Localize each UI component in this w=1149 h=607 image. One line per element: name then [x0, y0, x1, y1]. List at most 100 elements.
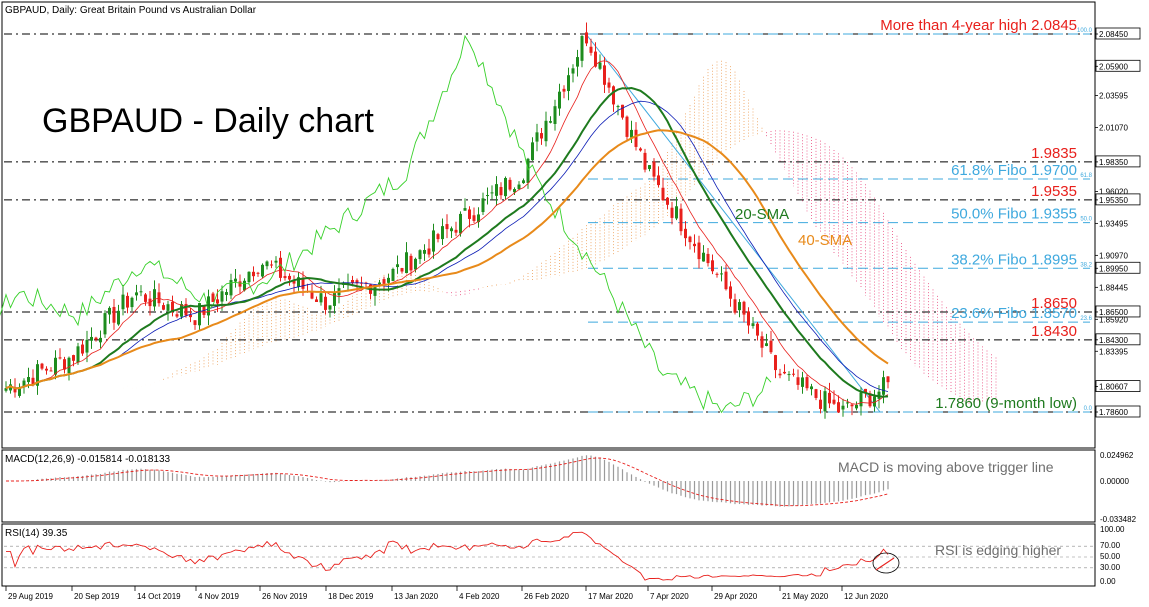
- candle-body: [634, 129, 638, 147]
- candle-body: [553, 106, 557, 124]
- candle-body: [247, 271, 251, 283]
- candle-body: [54, 357, 57, 375]
- candle-body: [846, 402, 849, 404]
- gbpaud-chart: More than 4-year high 2.0845 100.01.98356…: [0, 0, 1149, 607]
- candle-body: [819, 399, 822, 409]
- candle-body: [661, 187, 665, 201]
- candle-body: [738, 302, 741, 311]
- candle-body: [279, 257, 282, 278]
- candle-body: [486, 195, 489, 197]
- candle-body: [90, 336, 93, 341]
- candle-body: [463, 208, 467, 211]
- date-label: 4 Nov 2019: [198, 592, 239, 601]
- fibo-pct-label: 50.0: [1080, 217, 1092, 223]
- candle-body: [652, 161, 656, 177]
- price-axis-label: 2.05900: [1099, 62, 1128, 71]
- candle-body: [612, 86, 615, 105]
- candle-body: [657, 175, 660, 186]
- candle-body: [81, 344, 84, 354]
- candle-body: [283, 276, 287, 279]
- candle-body: [459, 213, 462, 234]
- candle-body: [378, 282, 381, 285]
- candle-body: [450, 228, 453, 232]
- candle-body: [558, 91, 561, 109]
- date-label: 17 Mar 2020: [588, 592, 633, 601]
- candle-body: [495, 184, 498, 196]
- rsi-axis-0: 0.00: [1100, 577, 1116, 586]
- candle-body: [742, 301, 746, 315]
- candle-body: [589, 46, 593, 53]
- candle-body: [162, 305, 165, 310]
- candle-body: [544, 120, 548, 142]
- candle-body: [310, 292, 314, 299]
- candle-body: [328, 305, 332, 310]
- candle-body: [747, 311, 750, 326]
- candle-body: [58, 357, 62, 359]
- candle-body: [693, 243, 696, 247]
- candle-body: [180, 304, 183, 317]
- candle-body: [504, 177, 507, 197]
- candle-body: [729, 286, 732, 299]
- level-label: 38.2% Fibo 1.8995: [951, 251, 1077, 268]
- level-label: 50.0% Fibo 1.9355: [951, 206, 1077, 223]
- price-axis-label: 1.95350: [1099, 196, 1128, 205]
- candle-body: [72, 355, 75, 361]
- candle-body: [540, 133, 543, 139]
- candle-body: [472, 215, 476, 221]
- fibo-pct-label: 0.0: [1084, 406, 1093, 412]
- candle-body: [117, 310, 120, 325]
- candle-body: [621, 104, 624, 118]
- candle-body: [396, 264, 399, 268]
- candle-body: [112, 306, 116, 323]
- candle-body: [261, 264, 264, 277]
- rsi-axis-50: 50.00: [1100, 552, 1121, 561]
- candle-body: [126, 295, 129, 308]
- candle-body: [531, 142, 534, 161]
- candle-body: [382, 279, 386, 284]
- candle-body: [468, 209, 471, 219]
- chart-header: GBPAUD, Daily: Great Britain Pound vs Au…: [5, 5, 257, 16]
- price-axis-label: 1.78600: [1099, 408, 1128, 417]
- candle-body: [850, 404, 854, 407]
- price-axis-label: 1.83395: [1099, 347, 1128, 356]
- candle-body: [301, 279, 305, 289]
- date-label: 26 Nov 2019: [262, 592, 308, 601]
- candle-body: [319, 293, 323, 303]
- candle-body: [94, 337, 98, 340]
- candle-body: [175, 314, 179, 317]
- candle-body: [76, 346, 80, 363]
- candle-body: [585, 32, 588, 44]
- candle-body: [414, 258, 417, 270]
- candle-body: [315, 299, 318, 302]
- candle-body: [409, 255, 413, 271]
- candle-body: [724, 271, 728, 290]
- candle-body: [166, 304, 170, 311]
- macd-axis-top: 0.024962: [1100, 451, 1134, 460]
- candle-body: [171, 301, 174, 311]
- candle-body: [720, 273, 723, 275]
- candle-body: [688, 236, 692, 243]
- candle-body: [490, 192, 494, 194]
- level-label: 61.8% Fibo 1.9700: [951, 162, 1077, 179]
- date-label: 26 Feb 2020: [524, 592, 569, 601]
- candle-body: [598, 62, 602, 69]
- candle-body: [418, 250, 422, 260]
- candle-body: [711, 260, 714, 272]
- candle-body: [832, 399, 836, 404]
- candle-body: [508, 179, 512, 190]
- candle-body: [756, 323, 759, 336]
- candle-body: [216, 299, 219, 304]
- sma20-label: 20-SMA: [735, 206, 789, 223]
- candle-body: [576, 57, 579, 67]
- candle-body: [45, 368, 48, 371]
- candle-body: [625, 116, 629, 137]
- candle-body: [85, 339, 89, 353]
- candle-body: [787, 374, 791, 376]
- candle-body: [234, 278, 237, 282]
- candle-body: [526, 158, 530, 183]
- candle-body: [427, 248, 431, 255]
- level-label: 1.8430: [1031, 323, 1077, 340]
- candle-body: [400, 268, 404, 272]
- date-label: 12 Jun 2020: [844, 592, 889, 601]
- price-axis-label: 2.03595: [1099, 91, 1128, 100]
